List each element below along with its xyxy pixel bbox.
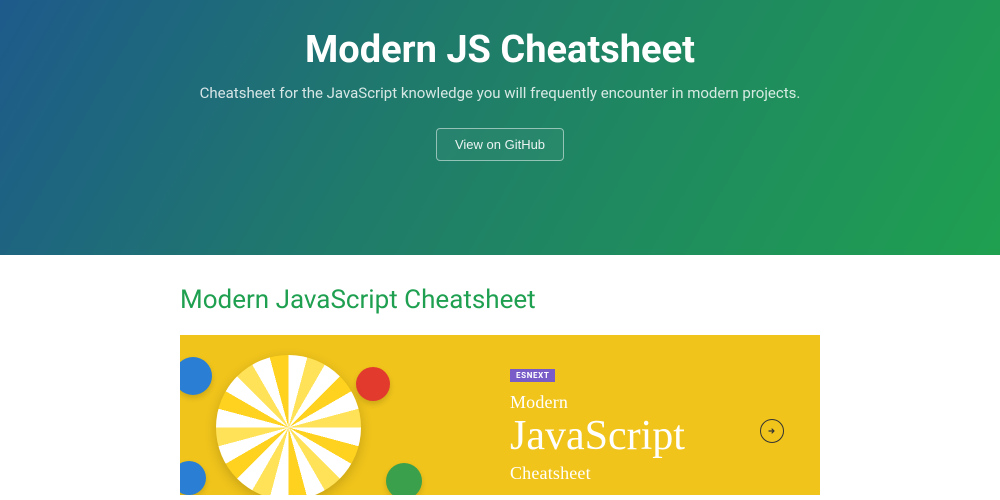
banner-text-block: ESNEXT Modern JavaScript Cheatsheet — [510, 363, 685, 484]
hero-title: Modern JS Cheatsheet — [305, 28, 695, 72]
candy-decoration — [356, 367, 390, 401]
main-content: Modern JavaScript Cheatsheet ESNEXT Mode… — [180, 255, 820, 495]
banner-line-modern: Modern — [510, 392, 685, 413]
hero-section: Modern JS Cheatsheet Cheatsheet for the … — [0, 0, 1000, 255]
arrow-right-icon[interactable] — [760, 419, 784, 443]
candy-decoration — [180, 461, 206, 495]
view-on-github-button[interactable]: View on GitHub — [436, 128, 564, 161]
hero-subtitle: Cheatsheet for the JavaScript knowledge … — [200, 84, 801, 102]
section-heading: Modern JavaScript Cheatsheet — [180, 285, 820, 315]
candy-decoration — [386, 463, 422, 495]
candy-decoration — [180, 357, 212, 395]
esnext-tag: ESNEXT — [510, 369, 555, 382]
lollipop-decoration — [216, 355, 361, 495]
banner-image: ESNEXT Modern JavaScript Cheatsheet — [180, 335, 820, 495]
banner-line-javascript: JavaScript — [510, 415, 685, 457]
banner-line-cheatsheet: Cheatsheet — [510, 463, 685, 484]
